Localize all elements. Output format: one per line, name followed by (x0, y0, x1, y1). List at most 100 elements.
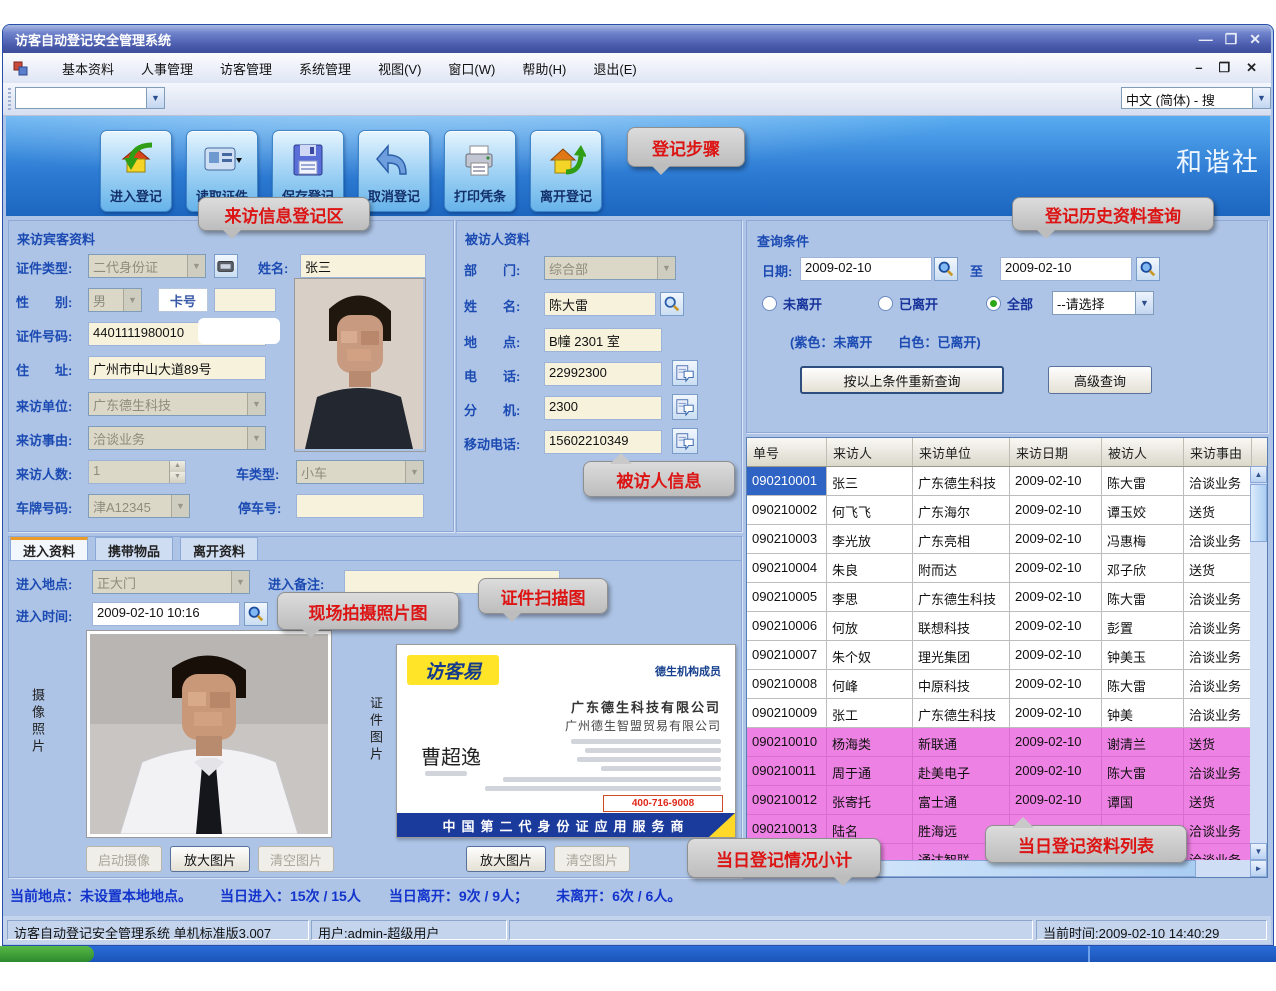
table-cell[interactable]: 朱良 (827, 554, 913, 583)
table-cell[interactable]: 谭玉姣 (1102, 496, 1184, 525)
table-cell[interactable]: 李思 (827, 583, 913, 612)
table-cell[interactable]: 洽谈业务 (1184, 467, 1252, 496)
table-cell[interactable]: 何飞飞 (827, 496, 913, 525)
menu-item-visitor[interactable]: 访客管理 (220, 59, 272, 78)
table-cell[interactable]: 广东德生科技 (913, 583, 1010, 612)
table-cell[interactable]: 陈大雷 (1102, 757, 1184, 786)
radio-not-left[interactable]: 未离开 (762, 294, 822, 313)
table-cell[interactable]: 周于通 (827, 757, 913, 786)
table-row[interactable]: 090210006何放联想科技2009-02-10彭置洽谈业务 (747, 612, 1267, 641)
table-cell[interactable]: 洽谈业务 (1184, 815, 1252, 844)
table-cell[interactable]: 2009-02-10 (1010, 583, 1102, 612)
table-cell[interactable]: 张工 (827, 699, 913, 728)
mdi-restore-button[interactable]: ❐ (1218, 60, 1230, 76)
table-row[interactable]: 090210001张三广东德生科技2009-02-10陈大雷洽谈业务 (747, 467, 1267, 496)
table-cell[interactable]: 送货 (1184, 554, 1252, 583)
card-number-field[interactable] (214, 288, 276, 312)
column-header[interactable]: 来访事由 (1184, 438, 1252, 466)
table-cell[interactable]: 洽谈业务 (1184, 612, 1252, 641)
table-row[interactable]: 090210005李思广东德生科技2009-02-10陈大雷洽谈业务 (747, 583, 1267, 612)
table-cell[interactable]: 洽谈业务 (1184, 583, 1252, 612)
table-cell[interactable]: 090210011 (747, 757, 827, 786)
host-mobile-field[interactable]: 15602210349 (544, 430, 662, 454)
table-cell[interactable]: 洽谈业务 (1184, 757, 1252, 786)
radio-icon[interactable] (762, 296, 777, 311)
minimize-button[interactable]: — (1199, 31, 1213, 48)
table-cell[interactable]: 090210001 (747, 467, 827, 496)
radio-left[interactable]: 已离开 (878, 294, 938, 313)
scroll-up-icon[interactable]: ▲ (1250, 466, 1267, 483)
zoom-photo-button[interactable]: 放大图片 (170, 846, 250, 872)
table-cell[interactable]: 090210006 (747, 612, 827, 641)
card-reader-button[interactable] (214, 254, 238, 278)
mdi-close-button[interactable]: ✕ (1246, 60, 1257, 76)
query-filter-select[interactable]: --请选择▼ (1052, 291, 1154, 315)
table-cell[interactable]: 2009-02-10 (1010, 757, 1102, 786)
table-cell[interactable]: 2009-02-10 (1010, 641, 1102, 670)
date-from-field[interactable]: 2009-02-10 (800, 257, 932, 281)
table-cell[interactable]: 洽谈业务 (1184, 525, 1252, 554)
table-cell[interactable]: 中原科技 (913, 670, 1010, 699)
host-phone-field[interactable]: 22992300 (544, 362, 662, 386)
table-cell[interactable]: 2009-02-10 (1010, 525, 1102, 554)
print-slip-button[interactable]: 打印凭条 (444, 130, 516, 212)
menu-item-basic[interactable]: 基本资料 (62, 59, 114, 78)
table-cell[interactable]: 联想科技 (913, 612, 1010, 641)
entry-time-field[interactable]: 2009-02-10 10:16 (92, 602, 240, 626)
zoom-card-button[interactable]: 放大图片 (466, 846, 546, 872)
table-cell[interactable]: 富士通 (913, 786, 1010, 815)
column-header[interactable]: 来访人 (827, 438, 913, 466)
language-selector[interactable]: 中文 (简体) - 搜 ▼ (1121, 87, 1271, 109)
tab-carried-items[interactable]: 携带物品 (95, 537, 173, 561)
toolbar-combobox[interactable]: ▼ (15, 87, 165, 109)
phone-sms-button[interactable] (672, 360, 698, 386)
radio-icon[interactable] (878, 296, 893, 311)
host-search-button[interactable] (660, 292, 684, 316)
table-cell[interactable]: 2009-02-10 (1010, 496, 1102, 525)
table-cell[interactable]: 090210008 (747, 670, 827, 699)
table-cell[interactable]: 张三 (827, 467, 913, 496)
requery-button[interactable]: 按以上条件重新查询 (800, 366, 1004, 394)
table-cell[interactable]: 2009-02-10 (1010, 728, 1102, 757)
table-cell[interactable]: 送货 (1184, 728, 1252, 757)
table-cell[interactable]: 赴美电子 (913, 757, 1010, 786)
host-ext-field[interactable]: 2300 (544, 396, 662, 420)
date-to-picker-button[interactable] (1136, 257, 1160, 281)
table-cell[interactable]: 何放 (827, 612, 913, 641)
mdi-minimize-button[interactable]: – (1195, 60, 1202, 76)
menu-item-system[interactable]: 系统管理 (299, 59, 351, 78)
table-cell[interactable]: 2009-02-10 (1010, 699, 1102, 728)
scroll-down-icon[interactable]: ▼ (1250, 843, 1267, 860)
advanced-query-button[interactable]: 高级查询 (1048, 366, 1152, 394)
menu-item-hr[interactable]: 人事管理 (141, 59, 193, 78)
table-cell[interactable]: 邓子欣 (1102, 554, 1184, 583)
scroll-right-icon[interactable]: ► (1250, 860, 1267, 877)
table-cell[interactable]: 张寄托 (827, 786, 913, 815)
column-header[interactable]: 来访单位 (913, 438, 1010, 466)
mobile-sms-button[interactable] (672, 428, 698, 454)
table-cell[interactable]: 附而达 (913, 554, 1010, 583)
radio-all[interactable]: 全部 (986, 294, 1033, 313)
table-cell[interactable]: 090210012 (747, 786, 827, 815)
host-location-field[interactable]: B幢 2301 室 (544, 328, 662, 352)
table-cell[interactable]: 洽谈业务 (1184, 641, 1252, 670)
table-cell[interactable]: 2009-02-10 (1010, 467, 1102, 496)
radio-selected-icon[interactable] (986, 296, 1001, 311)
vertical-scrollbar[interactable]: ▲ ▼ (1250, 466, 1267, 860)
table-cell[interactable]: 090210003 (747, 525, 827, 554)
entry-time-picker-button[interactable] (244, 602, 268, 626)
table-cell[interactable]: 广东亮相 (913, 525, 1010, 554)
date-to-field[interactable]: 2009-02-10 (1000, 257, 1132, 281)
table-row[interactable]: 090210003李光放广东亮相2009-02-10冯惠梅洽谈业务 (747, 525, 1267, 554)
table-cell[interactable]: 冯惠梅 (1102, 525, 1184, 554)
table-cell[interactable]: 陈大雷 (1102, 670, 1184, 699)
table-cell[interactable]: 090210004 (747, 554, 827, 583)
tab-leave-info[interactable]: 离开资料 (180, 537, 258, 561)
table-cell[interactable]: 何峰 (827, 670, 913, 699)
menu-item-window[interactable]: 窗口(W) (448, 59, 495, 78)
table-cell[interactable]: 杨海类 (827, 728, 913, 757)
table-cell[interactable]: 朱个奴 (827, 641, 913, 670)
table-cell[interactable]: 广东德生科技 (913, 699, 1010, 728)
table-cell[interactable]: 李光放 (827, 525, 913, 554)
host-name-field[interactable]: 陈大雷 (544, 292, 656, 316)
